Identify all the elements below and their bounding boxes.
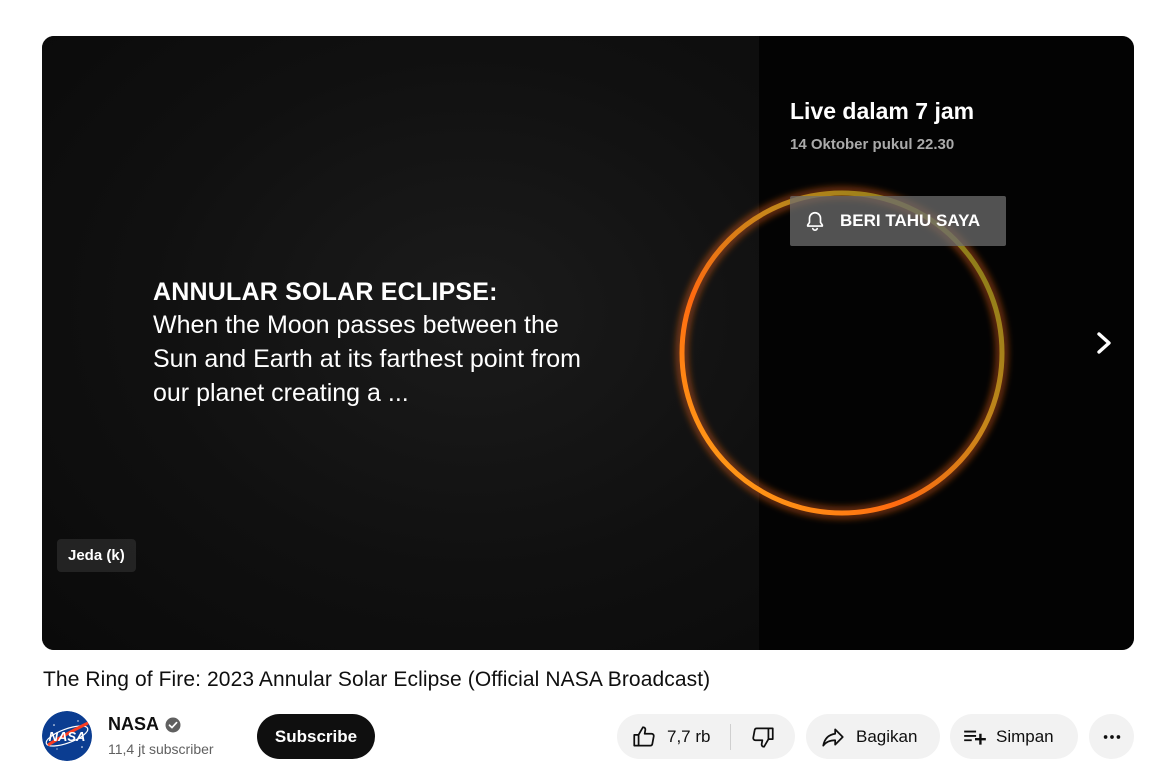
save-button[interactable]: Simpan: [950, 714, 1078, 759]
like-dislike-group: 7,7 rb: [617, 714, 795, 759]
channel-name[interactable]: NASA: [108, 714, 181, 735]
thumbs-up-icon: [633, 725, 655, 747]
nasa-logo-icon: NASA: [42, 711, 92, 761]
overlay-body-line: When the Moon passes between the: [153, 311, 559, 339]
video-player[interactable]: ANNULAR SOLAR ECLIPSE: When the Moon pas…: [42, 36, 1134, 650]
channel-name-text[interactable]: NASA: [108, 714, 159, 735]
dislike-button[interactable]: [731, 714, 795, 759]
like-count: 7,7 rb: [667, 726, 711, 746]
overlay-body-line: our planet creating a ...: [153, 379, 409, 407]
more-horizontal-icon: [1103, 734, 1120, 739]
share-arrow-icon: [822, 728, 844, 747]
eclipse-overlay-text: ANNULAR SOLAR ECLIPSE: When the Moon pas…: [153, 276, 713, 410]
svg-text:NASA: NASA: [49, 729, 86, 744]
bell-icon: [806, 211, 824, 231]
live-date: 14 Oktober pukul 22.30: [790, 136, 955, 153]
save-label: Simpan: [996, 726, 1054, 746]
live-status: Live dalam 7 jam: [790, 98, 975, 124]
chevron-right-icon[interactable]: [1090, 326, 1118, 360]
notify-label: BERI TAHU SAYA: [840, 211, 981, 230]
overlay-body-line: Sun and Earth at its farthest point from: [153, 345, 582, 373]
notify-me-button[interactable]: BERI TAHU SAYA: [790, 196, 1006, 246]
share-button[interactable]: Bagikan: [806, 714, 940, 759]
playlist-add-icon: [964, 730, 986, 745]
overlay-heading: ANNULAR SOLAR ECLIPSE:: [153, 278, 498, 306]
share-label: Bagikan: [856, 726, 918, 746]
subscribe-button[interactable]: Subscribe: [257, 714, 375, 759]
more-actions-button[interactable]: [1089, 714, 1134, 759]
subscriber-count: 11,4 jt subscriber: [108, 741, 214, 757]
thumbs-down-icon: [752, 726, 774, 748]
verified-check-icon: [165, 717, 181, 732]
like-button[interactable]: 7,7 rb: [617, 714, 730, 759]
upcoming-live-panel: [759, 36, 1134, 650]
pause-tooltip: Jeda (k): [57, 539, 136, 572]
video-title: The Ring of Fire: 2023 Annular Solar Ecl…: [43, 668, 711, 691]
avatar[interactable]: NASA: [42, 711, 92, 761]
